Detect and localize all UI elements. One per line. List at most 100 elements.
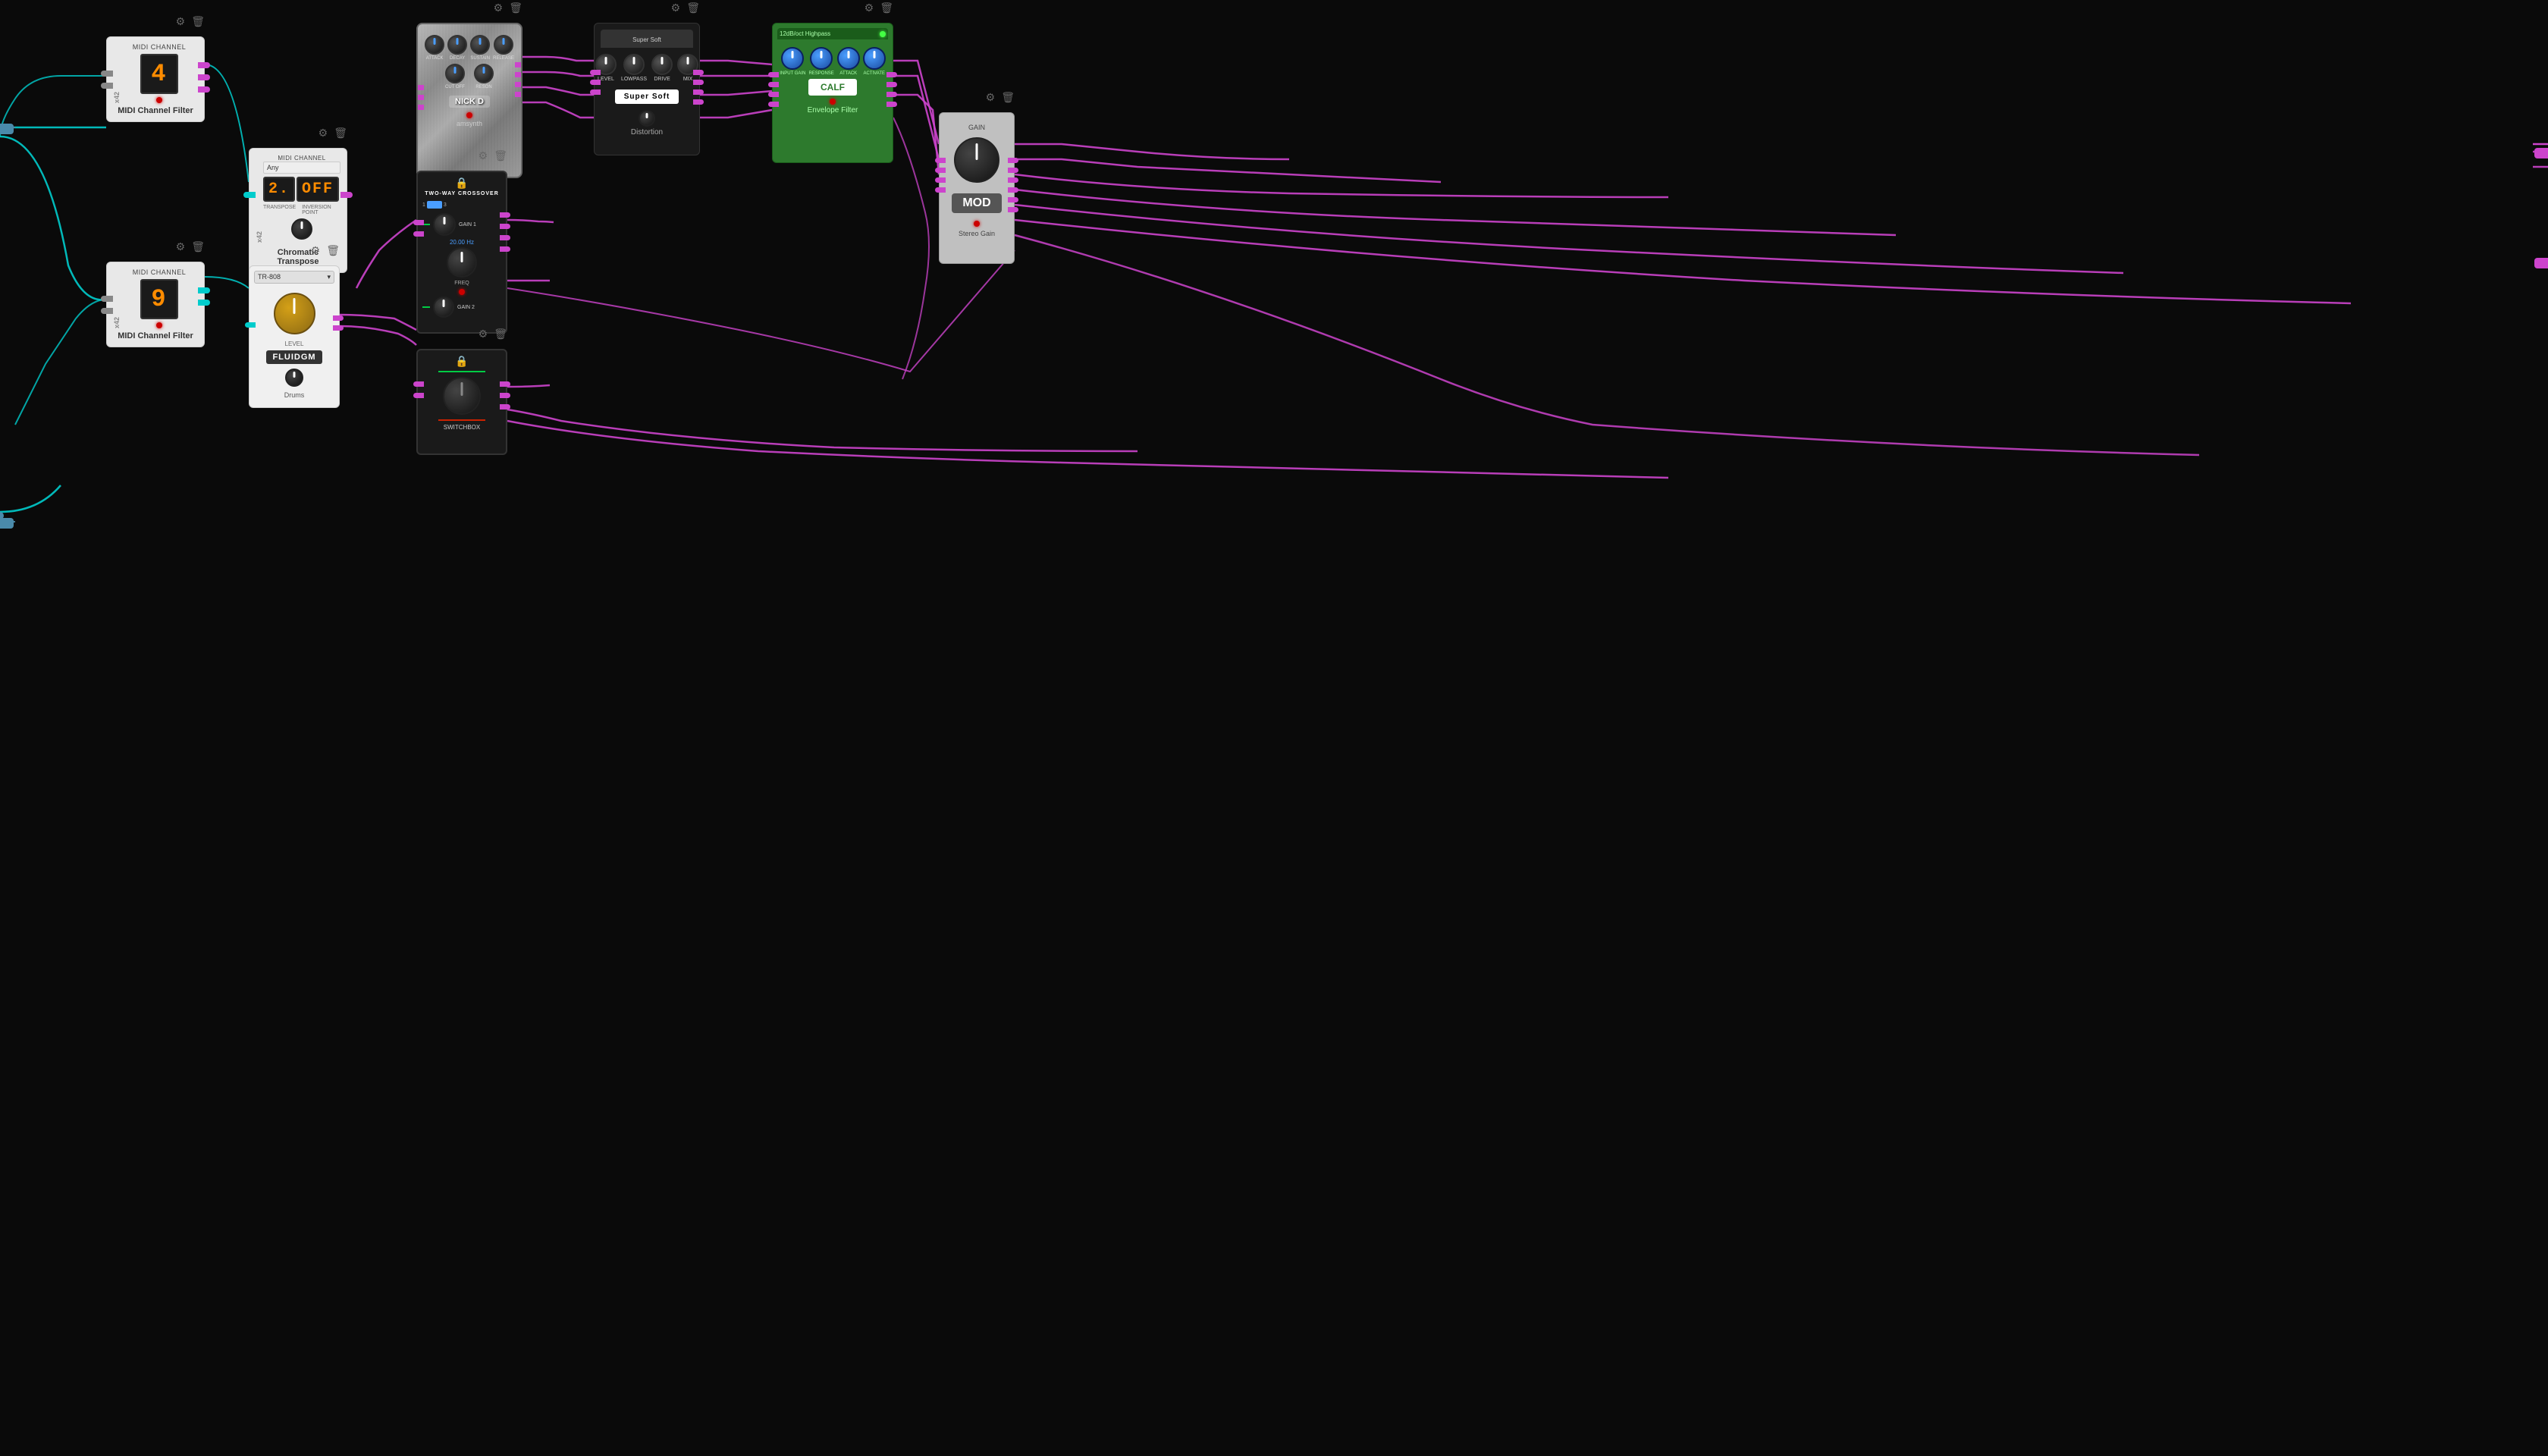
calf-input-2[interactable]	[768, 82, 779, 87]
input-port-4[interactable]	[101, 308, 113, 314]
calf-input-3[interactable]	[768, 92, 779, 97]
trash-icon-dist[interactable]: 🗑	[686, 2, 700, 14]
stereo-gain-module[interactable]: ⚙ 🗑 GAIN MOD Stereo Gain	[939, 112, 1015, 264]
drums-header-dropdown[interactable]: TR-808 ▾	[254, 271, 334, 284]
drive-knob[interactable]	[651, 54, 673, 75]
input-port-2[interactable]	[101, 83, 113, 89]
sg-input-4[interactable]	[935, 187, 946, 193]
sg-input-2[interactable]	[935, 168, 946, 173]
trash-icon-nd[interactable]: 🗑	[509, 2, 522, 14]
nd-input-3[interactable]	[416, 105, 424, 110]
trash-icon-sw[interactable]: 🗑	[494, 328, 507, 340]
xo-output-3[interactable]	[500, 235, 510, 240]
calf-input-4[interactable]	[768, 102, 779, 107]
left-edge-connector-1[interactable]	[0, 124, 14, 134]
drums-level-knob[interactable]	[274, 293, 315, 334]
dist-main-knob[interactable]	[639, 110, 655, 127]
drums-output-2[interactable]	[333, 325, 344, 331]
output-port-4[interactable]	[198, 287, 210, 293]
nd-output-1[interactable]	[515, 62, 522, 67]
gain2-knob[interactable]	[433, 297, 454, 318]
gear-icon-2[interactable]: ⚙	[176, 240, 186, 253]
xo-input-2[interactable]	[413, 231, 424, 237]
sg-output-4[interactable]	[1008, 187, 1018, 193]
attack-knob[interactable]	[425, 35, 444, 55]
sg-output-6[interactable]	[1008, 207, 1018, 212]
dist-input-2[interactable]	[590, 80, 601, 85]
sw-output-2[interactable]	[500, 393, 510, 398]
dist-input-3[interactable]	[590, 89, 601, 95]
ct-input-port-1[interactable]	[243, 192, 256, 198]
nd-output-4[interactable]	[515, 92, 522, 97]
switchbox-knob[interactable]	[443, 377, 481, 415]
sustain-knob[interactable]	[470, 35, 490, 55]
fluidgm-drums-module[interactable]: ⚙ 🗑 TR-808 ▾ LEVEL FLUIDGM Drums	[249, 265, 340, 408]
dist-output-2[interactable]	[693, 80, 704, 85]
gear-icon-sw[interactable]: ⚙	[479, 328, 488, 340]
order-2-active[interactable]	[427, 201, 442, 209]
trash-icon-xo[interactable]: 🗑	[494, 149, 507, 162]
dist-input-1[interactable]	[590, 70, 601, 75]
reson-knob[interactable]	[474, 64, 494, 83]
input-port-1[interactable]	[101, 71, 113, 77]
gear-icon-sg[interactable]: ⚙	[986, 91, 996, 104]
activate-knob[interactable]	[863, 47, 886, 70]
midi-channel-filter-1[interactable]: ⚙ 🗑 x42 MIDI CHANNEL 4 MIDI Channel Filt…	[106, 36, 205, 122]
left-edge-connector-2[interactable]	[0, 518, 14, 529]
response-knob[interactable]	[810, 47, 833, 70]
gear-icon-dist[interactable]: ⚙	[671, 2, 681, 14]
nd-input-2[interactable]	[416, 95, 424, 100]
gear-icon-nd[interactable]: ⚙	[494, 2, 504, 14]
calf-output-3[interactable]	[886, 92, 897, 97]
transpose-knob[interactable]	[291, 218, 312, 240]
input-port-3[interactable]	[101, 296, 113, 302]
sg-input-3[interactable]	[935, 177, 946, 183]
right-edge-connector-1[interactable]	[2534, 148, 2548, 158]
nd-output-3[interactable]	[515, 82, 522, 87]
sg-output-5[interactable]	[1008, 197, 1018, 202]
sw-output-1[interactable]	[500, 381, 510, 387]
dist-output-4[interactable]	[693, 99, 704, 105]
sw-input-2[interactable]	[413, 393, 424, 398]
nd-input-1[interactable]	[416, 85, 424, 90]
sg-output-2[interactable]	[1008, 168, 1018, 173]
input-gain-knob[interactable]	[781, 47, 804, 70]
sw-output-3[interactable]	[500, 404, 510, 410]
xo-output-2[interactable]	[500, 224, 510, 229]
attack-knob-calf[interactable]	[837, 47, 860, 70]
trash-icon-drums[interactable]: 🗑	[326, 244, 340, 257]
output-port-1[interactable]	[198, 62, 210, 68]
nd-output-2[interactable]	[515, 72, 522, 77]
sg-output-3[interactable]	[1008, 177, 1018, 183]
trash-icon-calf[interactable]: 🗑	[880, 2, 893, 14]
xo-output-1[interactable]	[500, 212, 510, 218]
dist-output-1[interactable]	[693, 70, 704, 75]
xo-output-4[interactable]	[500, 246, 510, 252]
release-knob[interactable]	[494, 35, 513, 55]
ct-output-port-1[interactable]	[340, 192, 353, 198]
drums-input-1[interactable]	[245, 322, 256, 328]
trash-icon-sg[interactable]: 🗑	[1001, 91, 1015, 104]
gain-knob-sg[interactable]	[954, 137, 999, 183]
midi-channel-display-ct[interactable]: Any	[263, 162, 340, 174]
gear-icon-3[interactable]: ⚙	[318, 127, 328, 140]
trash-icon-2[interactable]: 🗑	[191, 240, 205, 253]
output-port-5[interactable]	[198, 300, 210, 306]
xo-input-1[interactable]	[413, 220, 424, 225]
output-port-2[interactable]	[198, 74, 210, 80]
switchbox-module[interactable]: ⚙ 🗑 🔒 SWITCHBOX	[416, 349, 507, 455]
calf-output-1[interactable]	[886, 72, 897, 77]
sg-output-1[interactable]	[1008, 158, 1018, 163]
freq-knob[interactable]	[447, 247, 477, 278]
cutoff-knob[interactable]	[445, 64, 465, 83]
distortion-module[interactable]: ⚙ 🗑 Super Soft LEVEL	[594, 23, 700, 155]
sg-input-1[interactable]	[935, 158, 946, 163]
sw-input-1[interactable]	[413, 381, 424, 387]
decay-knob[interactable]	[447, 35, 467, 55]
lowpass-knob[interactable]	[623, 54, 645, 75]
drums-output-1[interactable]	[333, 315, 344, 321]
calf-output-2[interactable]	[886, 82, 897, 87]
output-port-3[interactable]	[198, 86, 210, 93]
dist-output-3[interactable]	[693, 89, 704, 95]
gear-icon-xo[interactable]: ⚙	[479, 149, 488, 162]
